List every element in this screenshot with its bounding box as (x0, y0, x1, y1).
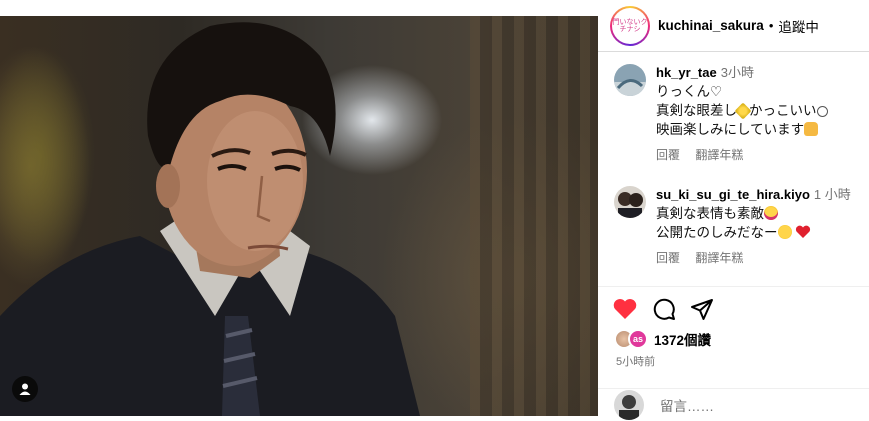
post-side-panel: 門いないクチナシ kuchinai_sakura • 追蹤中 hk_yr_tae… (598, 0, 869, 421)
add-comment-bar: 留言…… (598, 388, 869, 421)
commenter-username[interactable]: hk_yr_tae (656, 65, 717, 80)
author-avatar-logo: 門いないクチナシ (612, 7, 648, 44)
comment-text-segment: かっこいい (749, 103, 817, 118)
current-user-avatar (614, 390, 644, 420)
hands-emoji-icon (804, 122, 819, 136)
translate-button[interactable]: 翻譯年糕 (695, 251, 743, 265)
comments-list: hk_yr_tae 3小時 りっくん♡ 真剣な眼差し かっこいい 映画楽しみにしてい… (598, 58, 869, 288)
author-avatar[interactable]: 門いないクチナシ (610, 5, 650, 46)
separator-dot: • (768, 18, 774, 33)
grin-emoji-icon (777, 225, 792, 239)
reply-button[interactable]: 回覆 (656, 148, 680, 162)
comment-time: 3小時 (720, 65, 754, 80)
comment-item: su_ki_su_gi_te_hira.kiyo 1 小時 真剣な表情も素敵 公開… (598, 180, 869, 280)
comment-input[interactable]: 留言…… (660, 395, 714, 415)
comment-text-segment: 公開たのしみだなー (656, 225, 778, 240)
posted-time[interactable]: 5小時前 (616, 353, 655, 369)
comment-text-segment: 映画楽しみにしています (656, 122, 805, 137)
comment-text-line: 真剣な眼差し かっこいい (656, 101, 861, 120)
star-eyes-emoji-icon (764, 206, 778, 220)
follow-button[interactable]: 追蹤中 (778, 16, 819, 36)
post-actions (612, 296, 714, 322)
author-username[interactable]: kuchinai_sakura (658, 18, 764, 33)
comment-icon[interactable] (652, 297, 676, 321)
post-header: 門いないクチナシ kuchinai_sakura • 追蹤中 (598, 0, 869, 52)
comment-text-line: りっくん♡ (656, 84, 723, 99)
comment-text-segment: 真剣な表情も素敵 (656, 206, 764, 221)
likes-count[interactable]: 1372個讚 (654, 329, 711, 349)
section-divider (598, 286, 869, 287)
comment-actions: 回覆 翻譯年糕 (656, 249, 861, 266)
comment-text-line: 公開たのしみだなー (656, 223, 861, 242)
comment-text-segment: 真剣な眼差し (656, 103, 737, 118)
heart-icon[interactable] (612, 297, 638, 321)
comment-actions: 回覆 翻譯年糕 (656, 146, 861, 163)
liker-avatar: as (628, 329, 648, 349)
share-icon[interactable] (690, 297, 714, 321)
comment-time: 1 小時 (813, 187, 851, 202)
user-tag-icon[interactable] (12, 376, 38, 402)
likes-summary[interactable]: as 1372個讚 (614, 328, 711, 350)
person-photo (0, 22, 420, 416)
translate-button[interactable]: 翻譯年糕 (695, 148, 743, 162)
commenter-username[interactable]: su_ki_su_gi_te_hira.kiyo (656, 187, 810, 202)
post-media[interactable] (0, 16, 598, 416)
commenter-avatar[interactable] (614, 186, 646, 218)
comment-item: hk_yr_tae 3小時 りっくん♡ 真剣な眼差し かっこいい 映画楽しみにしてい… (598, 58, 869, 170)
commenter-avatar[interactable] (614, 64, 646, 96)
comment-text-line: 映画楽しみにしています (656, 120, 861, 139)
smile-emoji-icon (816, 106, 828, 117)
red-heart-emoji-icon (796, 225, 811, 238)
reply-button[interactable]: 回覆 (656, 251, 680, 265)
comment-text-line: 真剣な表情も素敵 (656, 204, 861, 223)
